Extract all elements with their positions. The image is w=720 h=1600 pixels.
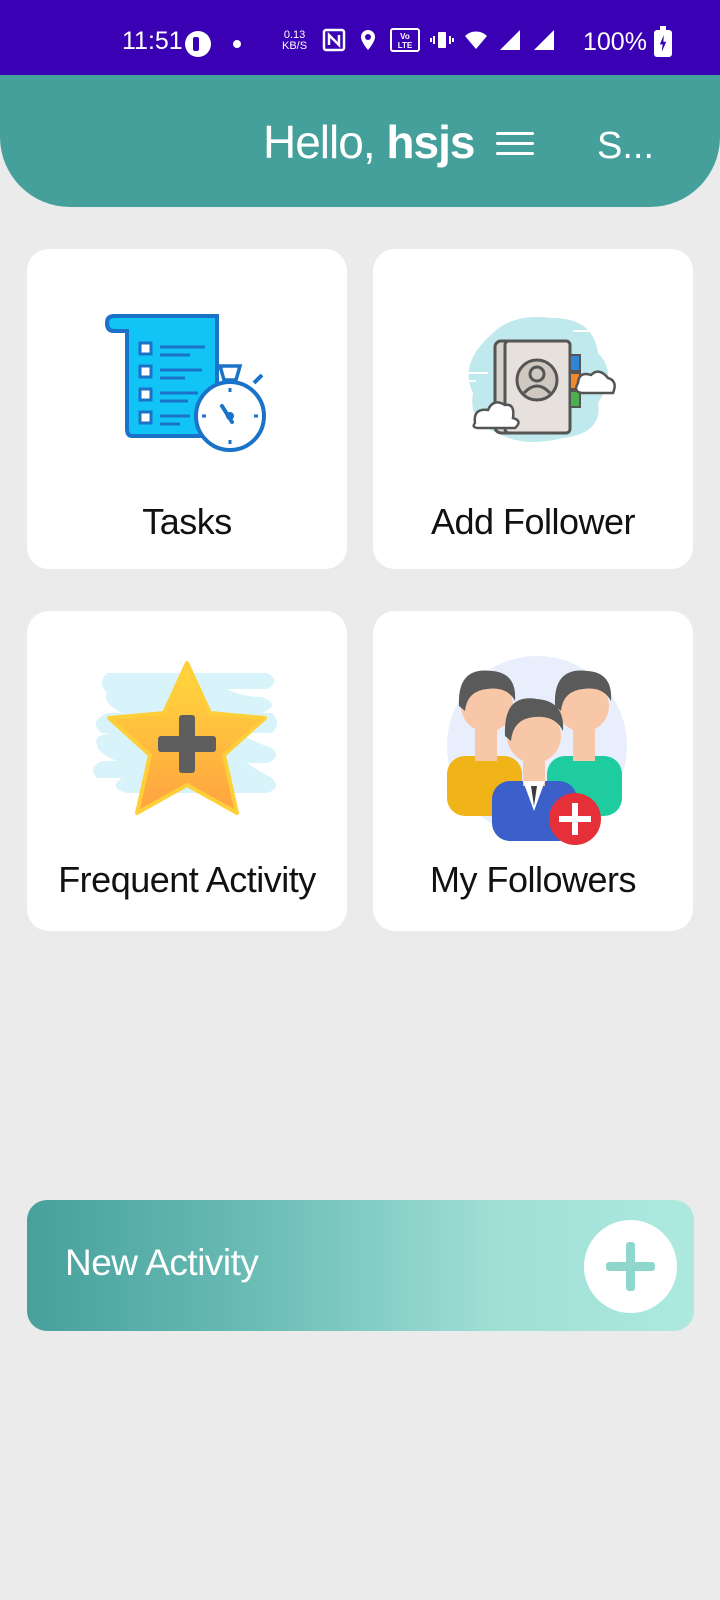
vibrate-icon bbox=[430, 32, 454, 48]
volte-icon: VoLTE bbox=[390, 28, 420, 52]
status-bar: 11:51 0.13 KB/S Vo LTE 100% bbox=[0, 0, 720, 75]
battery-icon bbox=[654, 26, 672, 57]
new-activity-button[interactable]: New Activity bbox=[27, 1200, 694, 1331]
group-add-icon bbox=[447, 656, 627, 845]
app-header: Hello, hsjs S... bbox=[0, 75, 720, 207]
notification-dot-icon bbox=[233, 40, 241, 48]
system-icons: Vo LTE bbox=[322, 28, 556, 52]
app-notification-icon bbox=[185, 31, 211, 57]
add-follower-card[interactable]: Add Follower bbox=[373, 249, 693, 569]
new-activity-label: New Activity bbox=[65, 1242, 259, 1283]
contact-book-icon bbox=[458, 317, 616, 442]
status-time: 11:51 bbox=[122, 27, 183, 55]
svg-text:Vo: Vo bbox=[400, 32, 410, 41]
star-plus-icon bbox=[93, 661, 277, 815]
frequent-activity-label: Frequent Activity bbox=[58, 859, 316, 900]
my-followers-label: My Followers bbox=[429, 859, 637, 900]
network-speed: 0.13 KB/S bbox=[282, 29, 308, 52]
svg-text:LTE: LTE bbox=[398, 41, 413, 50]
wifi-icon bbox=[465, 31, 487, 49]
signal-roaming-icon bbox=[534, 30, 554, 50]
add-icon[interactable] bbox=[584, 1220, 677, 1313]
task-list-stopwatch-icon bbox=[104, 314, 266, 452]
location-icon bbox=[361, 30, 375, 50]
tasks-card[interactable]: Tasks bbox=[27, 249, 347, 569]
add-follower-label: Add Follower bbox=[430, 501, 636, 542]
menu-icon[interactable] bbox=[496, 132, 534, 158]
battery-percent: 100% bbox=[583, 28, 647, 56]
my-followers-card[interactable]: My Followers bbox=[373, 611, 693, 931]
username: hsjs bbox=[386, 116, 475, 168]
tasks-label: Tasks bbox=[142, 501, 232, 542]
frequent-activity-card[interactable]: Frequent Activity bbox=[27, 611, 347, 931]
header-trailing-text[interactable]: S... bbox=[597, 125, 654, 168]
signal-icon bbox=[500, 30, 520, 50]
greeting: Hello, hsjs bbox=[263, 116, 475, 168]
nfc-icon bbox=[322, 28, 346, 52]
